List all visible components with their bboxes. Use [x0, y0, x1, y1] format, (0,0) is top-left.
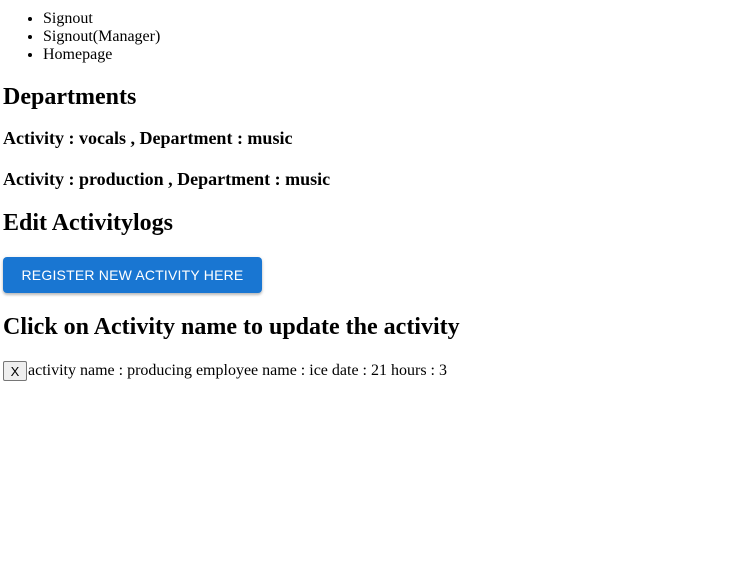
update-activity-heading: Click on Activity name to update the act… [3, 314, 460, 340]
register-new-activity-button[interactable]: REGISTER NEW ACTIVITY HERE [3, 257, 262, 293]
edit-activitylogs-heading: Edit Activitylogs [3, 210, 174, 236]
department-entry: Activity : vocals , Department : music [3, 128, 293, 148]
delete-log-button[interactable]: X [3, 361, 27, 381]
nav-item-signout-manager[interactable]: Signout(Manager) [43, 28, 753, 46]
page: Signout Signout(Manager) Homepage Depart… [0, 10, 753, 582]
department-entry: Activity : production , Department : mus… [3, 169, 331, 189]
department-list: Activity : vocals , Department : music A… [3, 128, 753, 190]
activity-log-text[interactable]: activity name : producing employee name … [28, 361, 447, 381]
activity-log-row: X activity name : producing employee nam… [3, 361, 753, 381]
nav-item-homepage[interactable]: Homepage [43, 46, 753, 64]
nav-list: Signout Signout(Manager) Homepage [3, 10, 753, 64]
nav-item-signout[interactable]: Signout [43, 10, 753, 28]
departments-heading: Departments [3, 84, 137, 110]
